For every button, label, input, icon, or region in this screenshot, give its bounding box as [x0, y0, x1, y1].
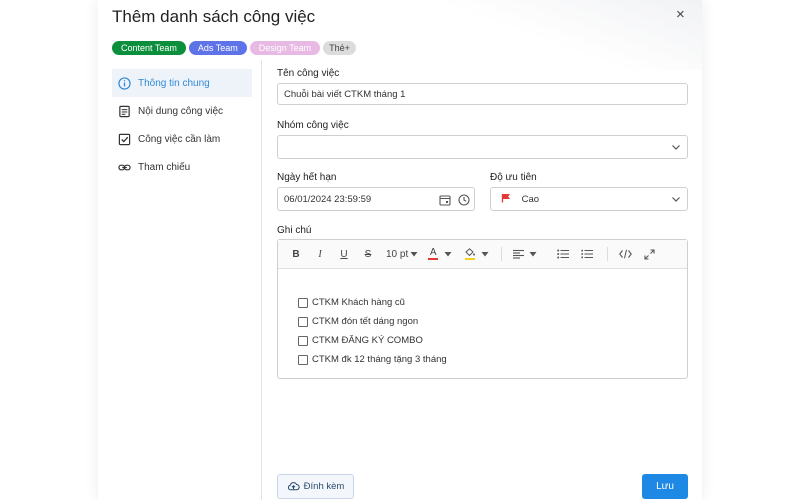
font-color-letter: A	[429, 247, 437, 258]
backdrop-left	[0, 0, 98, 500]
cloud-upload-icon	[287, 482, 300, 491]
attach-button[interactable]: Đính kèm	[277, 474, 354, 499]
tag-list: Content Team Ads Team Design Team Thẻ+	[112, 41, 356, 55]
caret-down-icon	[410, 252, 418, 257]
save-button[interactable]: Lưu	[642, 474, 688, 499]
todo-checkbox[interactable]	[298, 297, 308, 308]
due-date-label: Ngày hết hạn	[277, 172, 337, 183]
todo-checkbox[interactable]	[298, 354, 308, 365]
tag-content-team[interactable]: Content Team	[112, 41, 186, 55]
underline-button[interactable]: U	[336, 244, 352, 264]
clock-icon[interactable]	[458, 194, 470, 206]
sidebar-divider	[261, 60, 262, 500]
font-color-bar	[428, 258, 439, 260]
editor-content[interactable]: CTKM Khách hàng cũ CTKM đón tết dáng ngo…	[278, 269, 687, 369]
expand-icon	[644, 248, 655, 260]
priority-label: Độ ưu tiên	[490, 172, 537, 183]
calendar-icon[interactable]	[439, 194, 451, 206]
tag-ads-team[interactable]: Ads Team	[188, 41, 247, 55]
todo-text: CTKM Khách hàng cũ	[312, 297, 405, 308]
editor-toolbar: B I U S 10 pt A	[278, 240, 687, 269]
todo-item: CTKM đón tết dáng ngon	[298, 312, 687, 331]
todo-checkbox[interactable]	[298, 316, 308, 327]
notes-editor: B I U S 10 pt A CTKM Khách hàng cũ CTKM …	[277, 239, 688, 379]
sidebar-item-label: Nội dung công việc	[138, 105, 224, 117]
notes-label: Ghi chú	[277, 225, 312, 236]
dialog-header-decoration	[442, 0, 702, 70]
highlight-button[interactable]	[464, 244, 476, 264]
todo-checkbox[interactable]	[298, 335, 308, 346]
toolbar-separator	[501, 247, 503, 261]
link-icon	[118, 164, 131, 170]
add-task-dialog: Thêm danh sách công việc × Content Team …	[98, 0, 702, 500]
info-icon	[118, 76, 131, 90]
dialog-title: Thêm danh sách công việc	[112, 7, 316, 26]
task-name-label: Tên công việc	[277, 68, 340, 79]
todo-text: CTKM đón tết dáng ngon	[312, 316, 419, 327]
todo-item: CTKM ĐĂNG KÝ COMBO	[298, 331, 687, 350]
caret-down-icon[interactable]	[444, 250, 452, 258]
add-tag-button[interactable]: Thẻ+	[323, 41, 356, 55]
chevron-down-icon	[672, 145, 680, 150]
bold-button[interactable]: B	[288, 244, 304, 264]
bullet-list-button[interactable]	[557, 244, 570, 264]
sidebar-item-general-info[interactable]: Thông tin chung	[112, 69, 252, 97]
caret-down-icon[interactable]	[481, 250, 489, 258]
task-group-select[interactable]	[277, 135, 688, 159]
font-size-select[interactable]: 10 pt	[386, 244, 418, 264]
due-date-value: 06/01/2024 23:59:59	[284, 194, 372, 205]
todo-item: CTKM đk 12 tháng tặng 3 tháng	[298, 350, 687, 369]
align-button[interactable]	[513, 244, 537, 264]
sidebar-item-task-content[interactable]: Nội dung công việc	[112, 97, 252, 125]
todo-item: CTKM Khách hàng cũ	[298, 293, 687, 312]
flag-icon	[501, 194, 510, 203]
paint-bucket-icon	[465, 248, 476, 257]
task-name-value: Chuỗi bài viết CTKM tháng 1	[284, 89, 406, 100]
caret-down-icon	[529, 252, 537, 257]
sidebar-item-todo[interactable]: Công việc cần làm	[112, 125, 252, 153]
toolbar-separator	[607, 247, 609, 261]
code-view-button[interactable]	[619, 244, 633, 264]
numbered-list-icon	[581, 249, 594, 259]
code-icon	[619, 249, 633, 259]
align-left-icon	[513, 249, 525, 259]
todo-text: CTKM đk 12 tháng tặng 3 tháng	[312, 354, 447, 365]
due-date-input[interactable]: 06/01/2024 23:59:59	[277, 187, 475, 211]
close-icon[interactable]: ×	[676, 6, 685, 23]
task-group-label: Nhóm công việc	[277, 120, 349, 131]
font-size-value: 10 pt	[386, 248, 409, 260]
chevron-down-icon	[672, 197, 680, 202]
sidebar-item-label: Tham chiếu	[138, 161, 191, 173]
task-name-input[interactable]: Chuỗi bài viết CTKM tháng 1	[277, 83, 688, 105]
sidebar-item-reference[interactable]: Tham chiếu	[112, 153, 252, 181]
priority-select[interactable]: Cao	[490, 187, 688, 211]
todo-text: CTKM ĐĂNG KÝ COMBO	[312, 335, 423, 346]
numbered-list-button[interactable]	[581, 244, 594, 264]
checkbox-icon	[118, 133, 131, 145]
bullet-list-icon	[557, 249, 570, 259]
strikethrough-button[interactable]: S	[360, 244, 376, 264]
fullscreen-button[interactable]	[644, 244, 655, 264]
italic-button[interactable]: I	[312, 244, 328, 264]
tag-design-team[interactable]: Design Team	[249, 41, 321, 55]
font-color-button[interactable]: A	[428, 244, 439, 264]
sidebar-item-label: Công việc cần làm	[138, 133, 221, 145]
priority-value: Cao	[521, 194, 540, 205]
sidebar-item-label: Thông tin chung	[138, 77, 210, 89]
sidebar: Thông tin chung Nội dung công việc Công …	[112, 69, 252, 181]
document-icon	[119, 105, 130, 117]
backdrop-right	[702, 0, 800, 500]
highlight-color-bar	[464, 258, 475, 260]
attach-label: Đính kèm	[303, 481, 345, 492]
